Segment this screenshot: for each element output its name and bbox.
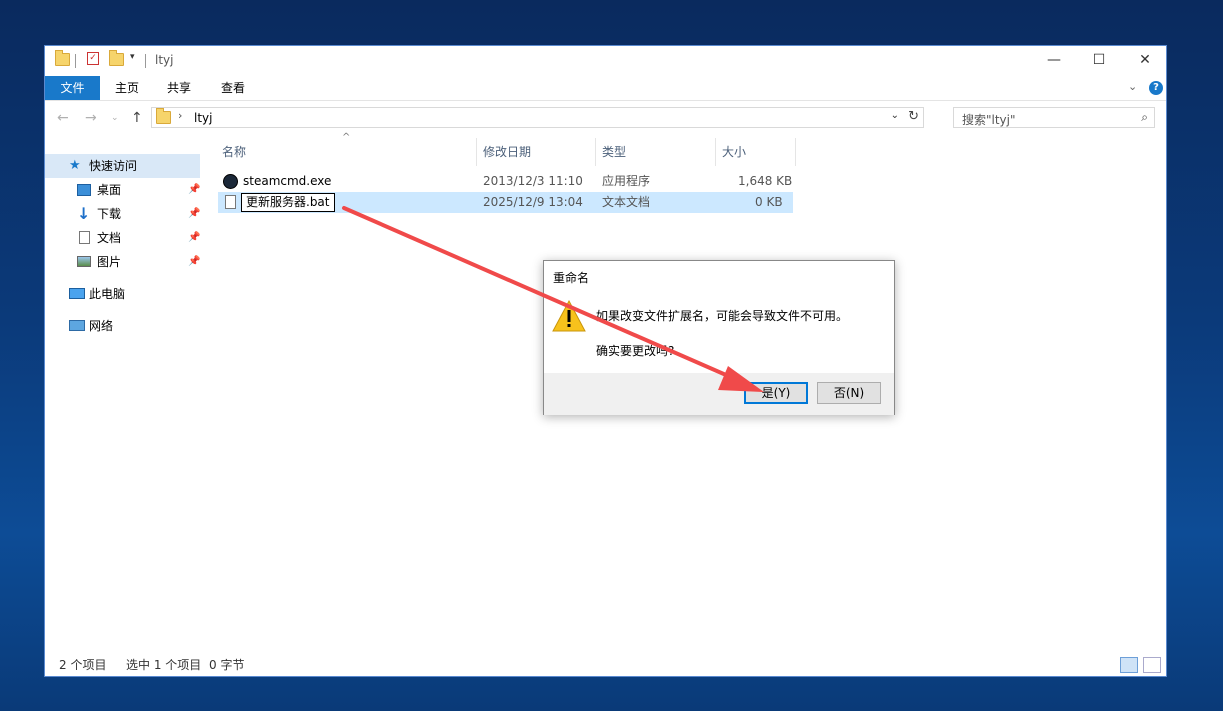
navigation-pane: ★ 快速访问 桌面 📌 ↓ 下载 📌 文档 📌 图片 📌 此电脑 网络 bbox=[45, 146, 215, 646]
window-title: ltyj bbox=[155, 53, 174, 67]
no-button[interactable]: 否(N) bbox=[817, 382, 881, 404]
tab-file[interactable]: 文件 bbox=[45, 76, 100, 100]
address-bar[interactable]: › ltyj ⌄ ↻ bbox=[151, 107, 924, 128]
dialog-question: 确实要更改吗? bbox=[596, 344, 675, 358]
picture-icon bbox=[77, 256, 91, 267]
title-bar: ✓ ▾ ltyj — ☐ ✕ bbox=[45, 46, 1166, 76]
table-row[interactable]: steamcmd.exe 2013/12/3 11:10 应用程序 1,648 … bbox=[218, 171, 793, 192]
breadcrumb-chevron-icon[interactable]: › bbox=[178, 109, 182, 122]
column-divider[interactable] bbox=[595, 138, 596, 166]
minimize-button[interactable]: — bbox=[1031, 46, 1077, 76]
refresh-icon[interactable]: ↻ bbox=[908, 109, 919, 124]
chevron-down-icon[interactable]: ⌄ bbox=[891, 110, 899, 121]
network-icon bbox=[69, 320, 85, 331]
sidebar-item-label: 网络 bbox=[89, 319, 114, 333]
column-divider[interactable] bbox=[715, 138, 716, 166]
pin-icon[interactable]: 📌 bbox=[188, 226, 200, 250]
rename-dialog: 重命名 如果改变文件扩展名，可能会导致文件不可用。 确实要更改吗? 是(Y) 否… bbox=[543, 260, 895, 415]
tab-view[interactable]: 查看 bbox=[211, 76, 255, 100]
pin-icon[interactable]: 📌 bbox=[188, 178, 200, 202]
column-header-date[interactable]: 修改日期 bbox=[483, 138, 531, 166]
warning-icon bbox=[552, 299, 586, 332]
sidebar-item-label: 文档 bbox=[97, 231, 122, 245]
column-header-name[interactable]: 名称 bbox=[222, 138, 246, 166]
close-button[interactable]: ✕ bbox=[1122, 46, 1168, 76]
maximize-button[interactable]: ☐ bbox=[1076, 46, 1122, 76]
column-header-type[interactable]: 类型 bbox=[602, 138, 626, 166]
sidebar-item-label: 此电脑 bbox=[89, 287, 126, 301]
star-icon: ★ bbox=[69, 158, 81, 173]
sidebar-item-label: 桌面 bbox=[97, 183, 122, 197]
folder-icon bbox=[156, 108, 171, 127]
sidebar-item-label: 快速访问 bbox=[89, 159, 138, 173]
dialog-footer: 是(Y) 否(N) bbox=[544, 373, 894, 415]
sidebar-item-label: 下载 bbox=[97, 207, 122, 221]
file-date: 2025/12/9 13:04 bbox=[483, 195, 583, 209]
sidebar-item-documents[interactable]: 文档 📌 bbox=[45, 226, 200, 250]
ribbon: 文件 主页 共享 查看 ⌄ ? bbox=[45, 76, 1166, 101]
file-date: 2013/12/3 11:10 bbox=[483, 174, 583, 188]
up-button[interactable]: ↑ bbox=[131, 110, 143, 126]
item-count: 2 个项目 bbox=[59, 658, 107, 672]
tab-share[interactable]: 共享 bbox=[157, 76, 201, 100]
divider bbox=[145, 54, 146, 68]
sidebar-item-this-pc[interactable]: 此电脑 bbox=[45, 282, 200, 306]
sidebar-item-network[interactable]: 网络 bbox=[45, 314, 200, 338]
back-button[interactable]: ← bbox=[57, 110, 69, 126]
file-type: 文本文档 bbox=[602, 195, 651, 209]
sidebar-item-quick-access[interactable]: ★ 快速访问 bbox=[45, 154, 200, 178]
tab-home[interactable]: 主页 bbox=[105, 76, 149, 100]
column-divider[interactable] bbox=[795, 138, 796, 166]
file-type: 应用程序 bbox=[602, 174, 651, 188]
large-icons-view-icon[interactable] bbox=[1143, 657, 1161, 673]
search-icon[interactable]: ⌕ bbox=[1141, 110, 1148, 125]
sidebar-item-label: 图片 bbox=[97, 255, 122, 269]
properties-icon[interactable]: ✓ bbox=[87, 52, 99, 65]
selected-size: 0 字节 bbox=[209, 658, 245, 672]
table-row[interactable]: 更新服务器.bat 2025/12/9 13:04 文本文档 0 KB bbox=[218, 192, 793, 213]
navigation-bar: ← → ⌄ ↑ › ltyj ⌄ ↻ 搜索"ltyj" ⌕ bbox=[45, 104, 1166, 134]
selected-count: 选中 1 个项目 bbox=[126, 658, 202, 672]
divider bbox=[75, 54, 76, 68]
pin-icon[interactable]: 📌 bbox=[188, 202, 200, 226]
search-placeholder: 搜索"ltyj" bbox=[962, 113, 1016, 127]
pin-icon[interactable]: 📌 bbox=[188, 250, 200, 274]
details-view-icon[interactable] bbox=[1120, 657, 1138, 673]
download-icon: ↓ bbox=[77, 204, 91, 223]
sidebar-item-pictures[interactable]: 图片 📌 bbox=[45, 250, 200, 274]
file-name[interactable]: steamcmd.exe bbox=[243, 171, 331, 192]
sidebar-item-desktop[interactable]: 桌面 📌 bbox=[45, 178, 200, 202]
folder-icon bbox=[55, 50, 70, 69]
text-file-icon bbox=[225, 195, 236, 209]
forward-button[interactable]: → bbox=[85, 110, 97, 126]
sort-ascending-icon: ^ bbox=[342, 132, 351, 143]
sidebar-item-downloads[interactable]: ↓ 下载 📌 bbox=[45, 202, 200, 226]
column-header-size[interactable]: 大小 bbox=[722, 138, 746, 166]
column-divider[interactable] bbox=[476, 138, 477, 166]
file-size: 1,648 KB bbox=[738, 174, 793, 188]
recent-locations-icon[interactable]: ⌄ bbox=[111, 113, 119, 123]
customize-toolbar-icon[interactable]: ▾ bbox=[130, 52, 135, 62]
breadcrumb[interactable]: ltyj bbox=[194, 111, 212, 125]
expand-ribbon-icon[interactable]: ⌄ bbox=[1128, 80, 1137, 93]
document-icon bbox=[79, 231, 90, 244]
help-icon[interactable]: ? bbox=[1149, 81, 1163, 95]
file-size: 0 KB bbox=[755, 195, 783, 209]
status-bar: 2 个项目 选中 1 个项目 0 字节 bbox=[45, 653, 1166, 677]
desktop-icon bbox=[77, 184, 91, 196]
rename-input[interactable]: 更新服务器.bat bbox=[241, 193, 335, 212]
computer-icon bbox=[69, 288, 85, 299]
steam-icon bbox=[223, 174, 238, 189]
yes-button[interactable]: 是(Y) bbox=[744, 382, 808, 404]
search-input[interactable]: 搜索"ltyj" ⌕ bbox=[953, 107, 1155, 128]
dialog-message: 如果改变文件扩展名，可能会导致文件不可用。 bbox=[596, 309, 849, 323]
dialog-title: 重命名 bbox=[553, 271, 590, 285]
new-folder-icon[interactable] bbox=[109, 50, 124, 69]
